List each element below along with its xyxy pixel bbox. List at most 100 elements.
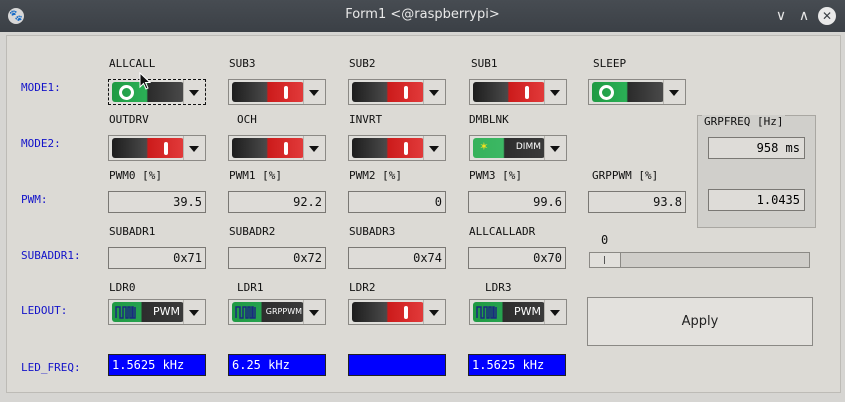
app-window: 🐾 Form1 <@raspberrypi> ∨ ∧ ✕ MODE1: MODE… [0,0,845,402]
ldr3-combo[interactable]: PWM [469,299,567,325]
chevron-down-icon[interactable] [544,136,566,160]
chevron-down-icon[interactable] [663,80,685,104]
ldr1-mode-text: GRPPWM [265,307,302,316]
subadr3-input[interactable]: 0x74 [348,247,446,269]
minimize-icon[interactable]: ∨ [772,7,790,25]
toggle-off-icon [112,138,184,158]
pwm2-label: PWM2 [%] [349,169,402,182]
subaddr1-row-label: SUBADDR1: [21,249,81,262]
toggle-off-icon [352,302,424,322]
subadr3-label: SUBADR3 [349,225,396,238]
toggle-off-icon [352,82,424,102]
pwm3-label: PWM3 [%] [469,169,522,182]
window-title: Form1 <@raspberrypi> [345,7,500,22]
sleep-toggle-combo[interactable] [588,79,686,105]
chevron-down-icon[interactable] [183,300,205,324]
ldr1-label: LDR1 [237,281,264,294]
allcalladr-label: ALLCALLADR [469,225,536,238]
pwm0-label: PWM0 [%] [109,169,162,182]
chevron-down-icon[interactable] [544,300,566,324]
ldr2-combo[interactable] [348,299,446,325]
outdrv-toggle-combo[interactable] [108,135,206,161]
ledout-row-label: LEDOUT: [21,304,68,317]
allcall-label: ALLCALL [109,57,156,70]
ldr2-label: LDR2 [349,281,376,294]
title-bar[interactable]: 🐾 Form1 <@raspberrypi> ∨ ∧ ✕ [0,0,845,32]
grpfreq-input[interactable]: 1.0435 [708,189,805,211]
pwm0-input[interactable]: 39.5 [108,191,206,213]
led-freq-row-label: LED_FREQ: [21,361,81,374]
pwm-wave-icon [476,306,497,319]
dmblnk-label: DMBLNK [469,113,509,126]
chevron-down-icon[interactable] [303,80,325,104]
och-label: OCH [237,113,257,126]
mouse-cursor-icon [139,72,151,90]
chevron-down-icon[interactable] [544,80,566,104]
grppwm-display: GRPPWM [232,302,304,322]
chevron-down-icon[interactable] [423,80,445,104]
close-icon[interactable]: ✕ [818,7,836,25]
grpfreq-slider[interactable] [589,252,810,268]
chevron-down-icon[interactable] [183,80,205,104]
ldr1-combo[interactable]: GRPPWM [228,299,326,325]
ldr0-mode-text: PWM [152,305,180,318]
apply-button[interactable]: Apply [587,297,813,346]
chevron-down-icon[interactable] [183,136,205,160]
mode2-row-label: MODE2: [21,137,61,150]
ldr0-label: LDR0 [109,281,136,294]
subadr2-input[interactable]: 0x72 [228,247,326,269]
toggle-off-icon [473,82,545,102]
led-freq-2 [348,354,446,376]
maximize-icon[interactable]: ∧ [795,7,813,25]
allcall-toggle-combo[interactable] [108,79,206,105]
sub3-toggle-combo[interactable] [228,79,326,105]
mode1-row-label: MODE1: [21,81,61,94]
pwm2-input[interactable]: 0 [348,191,446,213]
subadr1-input[interactable]: 0x71 [108,247,206,269]
outdrv-label: OUTDRV [109,113,149,126]
allcalladr-input[interactable]: 0x70 [468,247,566,269]
sub2-toggle-combo[interactable] [348,79,446,105]
ldr3-label: LDR3 [485,281,512,294]
dimm-icon: ✶ [480,139,488,154]
grpfreq-title: GRPFREQ [Hz] [702,115,786,128]
sleep-label: SLEEP [593,57,627,70]
ldr3-mode-text: PWM [513,305,541,318]
dimm-text: DIMM [515,142,541,152]
och-toggle-combo[interactable] [228,135,326,161]
chevron-down-icon[interactable] [423,136,445,160]
invrt-toggle-combo[interactable] [348,135,446,161]
slider-handle[interactable] [590,253,621,267]
dmblnk-combo[interactable]: ✶ DIMM [469,135,567,161]
sub2-label: SUB2 [349,57,376,70]
grpfreq-group: GRPFREQ [Hz] 958 ms 1.0435 [697,115,816,228]
sub1-toggle-combo[interactable] [469,79,567,105]
pwm-wave-icon [115,306,136,319]
subadr1-label: SUBADR1 [109,225,156,238]
led-freq-0: 1.5625 kHz [108,354,206,376]
chevron-down-icon[interactable] [423,300,445,324]
chevron-down-icon[interactable] [303,136,325,160]
led-freq-3: 1.5625 kHz [468,354,566,376]
toggle-off-icon [352,138,424,158]
pwm-row-label: PWM: [21,193,48,206]
slider-value: 0 [601,233,609,247]
sub3-label: SUB3 [229,57,256,70]
subadr2-label: SUBADR2 [229,225,276,238]
pwm-display: PWM [473,302,545,322]
pwm-wave-icon [235,306,256,319]
pwm3-input[interactable]: 99.6 [468,191,566,213]
sub1-label: SUB1 [471,57,498,70]
toggle-off-icon [232,138,304,158]
grppwm-input[interactable]: 93.8 [588,191,686,213]
chevron-down-icon[interactable] [303,300,325,324]
ldr0-combo[interactable]: PWM [108,299,206,325]
pwm-display: PWM [112,302,184,322]
grpfreq-period-field: 958 ms [708,137,805,159]
invrt-label: INVRT [349,113,383,126]
toggle-off-icon [232,82,304,102]
grppwm-label: GRPPWM [%] [592,169,659,182]
pwm1-label: PWM1 [%] [229,169,282,182]
pwm1-input[interactable]: 92.2 [228,191,326,213]
led-freq-1: 6.25 kHz [228,354,326,376]
